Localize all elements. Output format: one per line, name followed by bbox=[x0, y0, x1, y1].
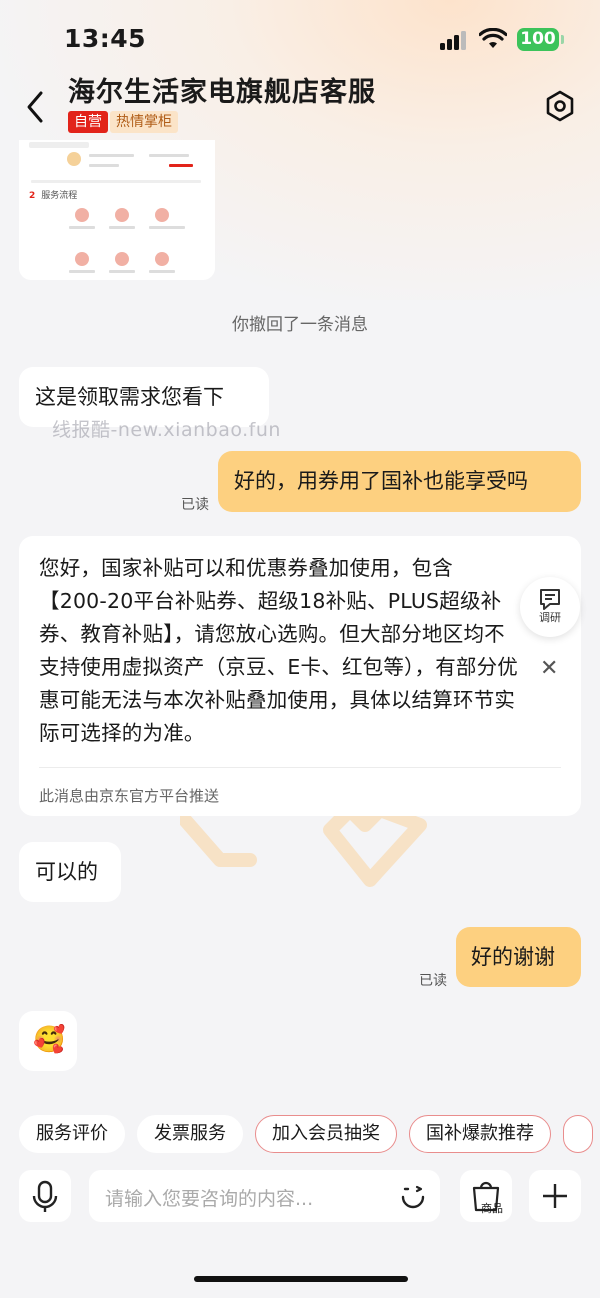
message-text: 好的谢谢 bbox=[471, 945, 555, 969]
watermark: 线报酷-new.xianbao.fun bbox=[52, 419, 281, 441]
message-incoming-emoji[interactable]: 🥰 bbox=[19, 1011, 77, 1071]
input-bar: 请输入您要咨询的内容... 商品 bbox=[0, 1170, 600, 1230]
close-icon[interactable]: ✕ bbox=[540, 656, 558, 681]
wifi-icon bbox=[479, 28, 507, 48]
image-message[interactable]: 2 服务流程 bbox=[19, 140, 215, 280]
chip-service-rating[interactable]: 服务评价 bbox=[19, 1115, 125, 1153]
message-text: 可以的 bbox=[35, 860, 98, 884]
chip-subsidy-hot-picks[interactable]: 国补爆款推荐 bbox=[409, 1115, 551, 1153]
microphone-icon bbox=[32, 1180, 58, 1212]
chip-more-partial[interactable] bbox=[563, 1115, 593, 1153]
read-receipt: 已读 bbox=[181, 497, 209, 513]
recalled-message-note: 你撤回了一条消息 bbox=[232, 315, 368, 335]
voice-button[interactable] bbox=[19, 1170, 71, 1222]
chip-join-member-lottery[interactable]: 加入会员抽奖 bbox=[255, 1115, 397, 1153]
plus-icon bbox=[543, 1184, 567, 1208]
message-outgoing[interactable]: 好的，用券用了国补也能享受吗 bbox=[218, 451, 581, 512]
settings-icon[interactable] bbox=[544, 90, 576, 122]
cellular-signal-icon bbox=[440, 30, 468, 50]
official-push-note: 此消息由京东官方平台推送 bbox=[39, 787, 220, 805]
goods-label: 商品 bbox=[481, 1202, 503, 1215]
battery-indicator: 100 bbox=[517, 28, 559, 51]
emoji-face-icon[interactable] bbox=[397, 1180, 429, 1212]
divider bbox=[39, 767, 561, 768]
add-button[interactable] bbox=[529, 1170, 581, 1222]
research-float-button[interactable]: 调研 bbox=[520, 577, 580, 637]
self-operated-badge: 自营 bbox=[68, 111, 108, 133]
image-section-label: 2 服务流程 bbox=[29, 191, 78, 201]
message-text: 您好，国家补贴可以和优惠券叠加使用，包含 【200-20平台补贴券、超级18补贴… bbox=[39, 556, 519, 745]
quick-reply-chips: 服务评价 发票服务 加入会员抽奖 国补爆款推荐 bbox=[19, 1115, 600, 1153]
message-outgoing[interactable]: 好的谢谢 bbox=[456, 927, 581, 987]
emoji: 🥰 bbox=[33, 1025, 66, 1055]
read-receipt: 已读 bbox=[419, 973, 447, 989]
back-icon[interactable] bbox=[24, 90, 46, 124]
message-text: 好的，用券用了国补也能享受吗 bbox=[234, 469, 528, 493]
host-badge: 热情掌柜 bbox=[110, 111, 178, 133]
input-placeholder: 请输入您要咨询的内容... bbox=[105, 1188, 314, 1210]
page-title: 海尔生活家电旗舰店客服 bbox=[68, 77, 376, 108]
status-bar: 13:45 100 bbox=[0, 0, 600, 70]
research-label: 调研 bbox=[539, 611, 561, 624]
message-incoming-long[interactable]: 您好，国家补贴可以和优惠券叠加使用，包含 【200-20平台补贴券、超级18补贴… bbox=[19, 536, 581, 816]
message-input[interactable]: 请输入您要咨询的内容... bbox=[89, 1170, 440, 1222]
goods-button[interactable]: 商品 bbox=[460, 1170, 512, 1222]
home-indicator bbox=[194, 1276, 408, 1282]
message-incoming[interactable]: 可以的 bbox=[19, 842, 121, 902]
status-time: 13:45 bbox=[64, 24, 147, 53]
message-text: 这是领取需求您看下 bbox=[35, 385, 224, 409]
chip-invoice-service[interactable]: 发票服务 bbox=[137, 1115, 243, 1153]
battery-tip bbox=[561, 35, 564, 44]
